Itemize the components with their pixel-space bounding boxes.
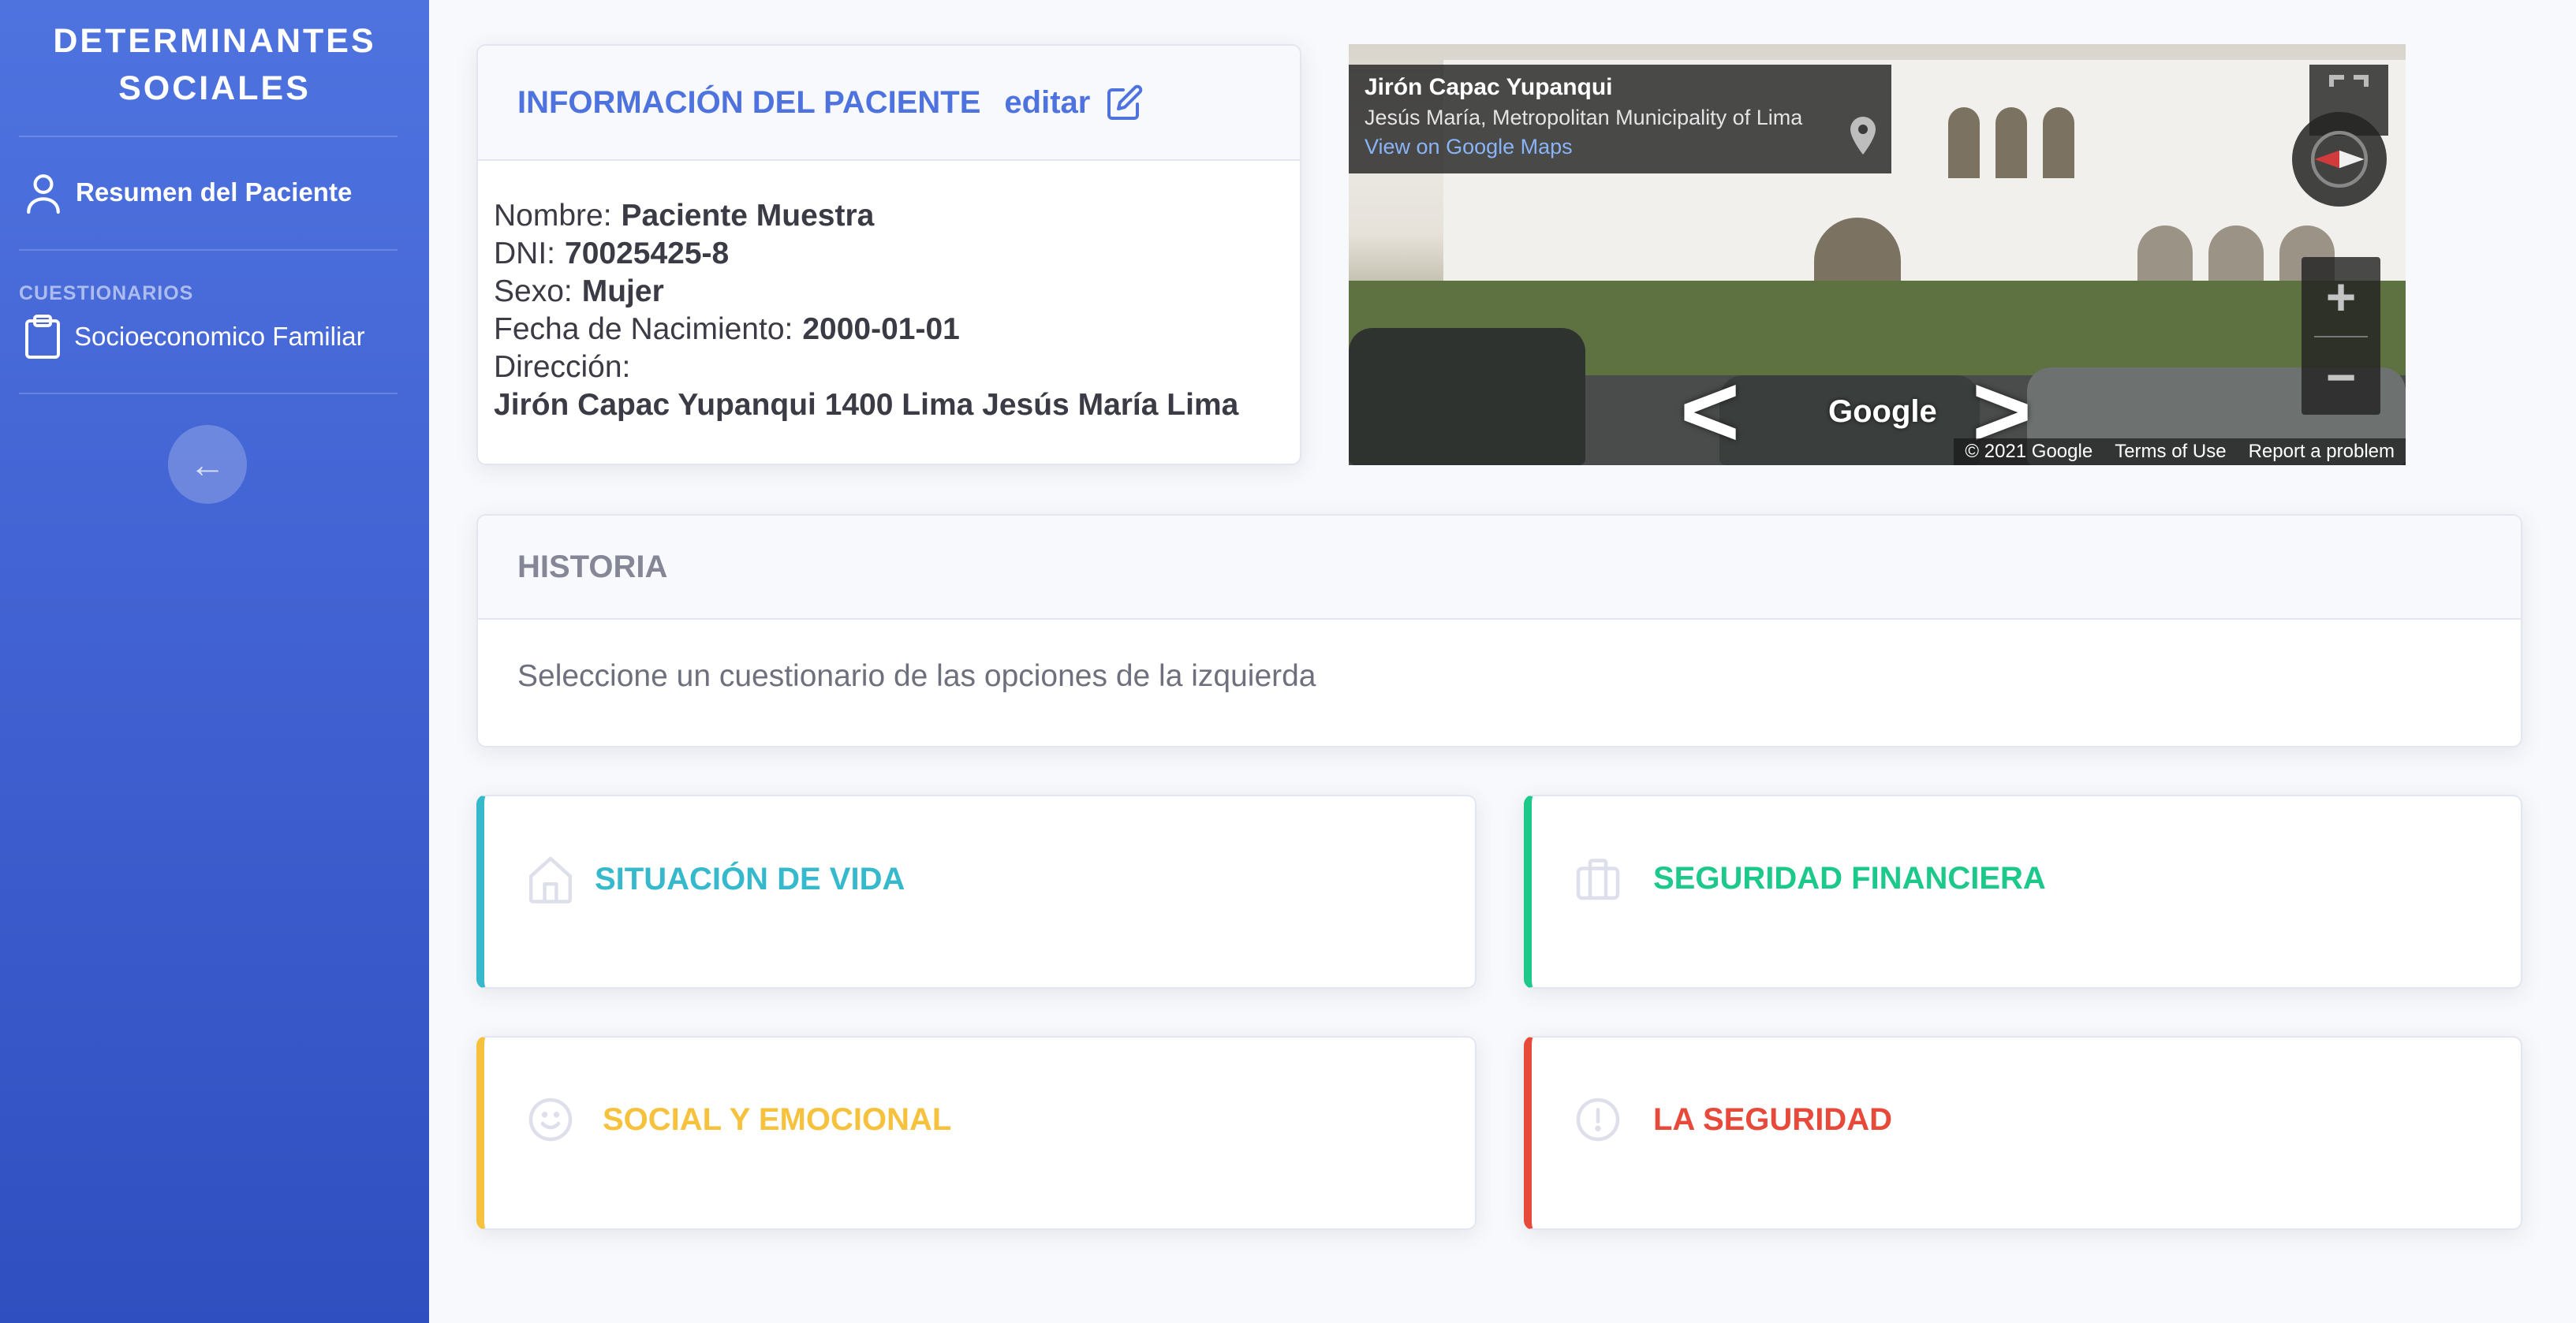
patient-address-value: Jirón Capac Yupanqui 1400 Lima Jesús Mar… (494, 388, 1239, 422)
user-icon (27, 174, 60, 214)
patient-sex-label: Sexo: (494, 274, 573, 308)
street-view-car (1349, 328, 1585, 465)
sidebar-section-heading: CUESTIONARIOS (19, 282, 194, 304)
street-view-panorama[interactable]: Jirón Capac Yupanqui Jesús María, Metrop… (1349, 44, 2406, 465)
compass-icon (2311, 131, 2368, 188)
nav-item-patient-summary[interactable]: Resumen del Paciente (24, 170, 352, 214)
category-card-la-seguridad[interactable]: LA SEGURIDAD (1524, 1036, 2522, 1230)
sidebar-collapse-button[interactable]: ← (168, 425, 247, 504)
street-view-window (2043, 107, 2074, 178)
street-view-info-box: Jirón Capac Yupanqui Jesús María, Metrop… (1349, 65, 1891, 173)
sidebar: DETERMINANTES SOCIALES Resumen del Pacie… (0, 0, 429, 1323)
alert-circle-icon (1576, 1098, 1620, 1142)
patient-info-body: Nombre: Paciente Muestra DNI: 70025425-8 S… (478, 161, 1300, 424)
street-view-window (1948, 107, 1980, 178)
patient-sex-value: Mujer (581, 274, 664, 308)
category-label: SITUACIÓN DE VIDA (595, 861, 905, 896)
category-card-seguridad-financiera[interactable]: SEGURIDAD FINANCIERA (1524, 795, 2522, 989)
sidebar-divider (19, 249, 398, 251)
nav-item-socioeconomico-familiar[interactable]: Socioeconomico Familiar (24, 314, 365, 360)
history-header: HISTORIA (478, 516, 2521, 620)
patient-sex-row: Sexo: Mujer (494, 273, 1284, 311)
patient-name-value: Paciente Muestra (621, 199, 875, 233)
street-view-window (1995, 107, 2027, 178)
street-view-place-subtitle: Jesús María, Metropolitan Municipality o… (1365, 106, 1803, 129)
category-label: LA SEGURIDAD (1653, 1101, 1892, 1137)
street-view-nav-left-arrow[interactable]: < (1680, 360, 1740, 462)
history-message: Seleccione un cuestionario de las opcion… (517, 659, 1316, 693)
map-pin-icon[interactable] (1850, 117, 1876, 155)
category-label: SOCIAL Y EMOCIONAL (603, 1101, 952, 1137)
zoom-in-button[interactable]: + (2302, 257, 2380, 336)
brand-title[interactable]: DETERMINANTES SOCIALES (0, 17, 429, 112)
patient-address-label: Dirección: (494, 350, 631, 384)
patient-info-header: INFORMACIÓN DEL PACIENTE editar (478, 46, 1300, 161)
terms-of-use-link[interactable]: Terms of Use (2115, 441, 2226, 463)
patient-dni-value: 70025425-8 (565, 237, 730, 270)
street-view-attribution-bar: © 2021 Google Terms of Use Report a prob… (1954, 438, 2406, 465)
patient-dob-label: Fecha de Nacimiento: (494, 312, 793, 346)
report-problem-link[interactable]: Report a problem (2249, 441, 2395, 463)
nav-item-patient-summary-label: Resumen del Paciente (76, 177, 353, 207)
fullscreen-icon (2329, 75, 2369, 87)
category-label: SEGURIDAD FINANCIERA (1653, 860, 2046, 896)
view-on-google-maps-link[interactable]: View on Google Maps (1365, 135, 1876, 159)
compass-control[interactable] (2292, 112, 2387, 207)
category-card-situacion-de-vida[interactable]: SITUACIÓN DE VIDA (476, 795, 1477, 989)
patient-dob-value: 2000-01-01 (802, 312, 960, 346)
nav-item-socioeconomico-familiar-label: Socioeconomico Familiar (74, 322, 365, 351)
edit-patient-link[interactable]: editar (1004, 85, 1090, 121)
category-card-social-y-emocional[interactable]: SOCIAL Y EMOCIONAL (476, 1036, 1477, 1230)
edit-icon[interactable] (1106, 84, 1144, 121)
history-title: HISTORIA (517, 549, 668, 584)
zoom-out-button[interactable]: − (2302, 337, 2380, 416)
clipboard-icon (25, 315, 60, 359)
patient-dob-row: Fecha de Nacimiento: 2000-01-01 (494, 311, 1284, 348)
street-view-place-title: Jirón Capac Yupanqui (1365, 74, 1613, 100)
house-icon (528, 856, 573, 904)
brand-line-2: SOCIALES (118, 69, 311, 107)
sidebar-divider (19, 393, 398, 394)
history-card: HISTORIA Seleccione un cuestionario de l… (476, 514, 2522, 747)
patient-dni-row: DNI: 70025425-8 (494, 235, 1284, 273)
copyright-text: © 2021 Google (1965, 441, 2093, 462)
sidebar-divider (19, 136, 398, 137)
arrow-left-icon: ← (189, 444, 226, 485)
zoom-control: + − (2302, 257, 2380, 415)
brand-line-1: DETERMINANTES (53, 22, 376, 60)
patient-dni-label: DNI: (494, 237, 555, 270)
patient-name-row: Nombre: Paciente Muestra (494, 197, 1284, 235)
patient-name-label: Nombre: (494, 199, 612, 233)
smile-icon (528, 1098, 573, 1142)
patient-info-title: INFORMACIÓN DEL PACIENTE (517, 84, 981, 120)
patient-info-card: INFORMACIÓN DEL PACIENTE editar Nombre: P… (476, 44, 1301, 465)
briefcase-icon (1576, 859, 1620, 900)
google-logo: Google (1828, 394, 1937, 429)
